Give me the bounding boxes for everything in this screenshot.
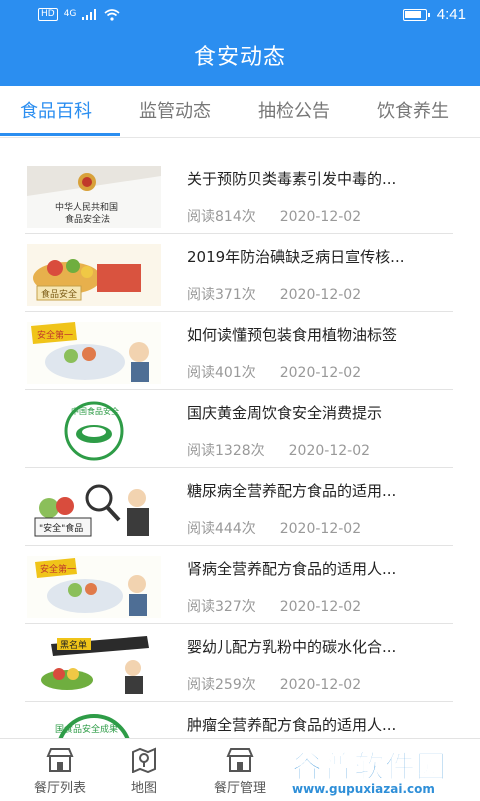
article-thumbnail: 黑名单 [27, 634, 161, 696]
article-title: 如何读懂预包装食用植物油标签 [187, 326, 398, 344]
status-right: 4:41 [402, 6, 466, 23]
svg-text:食品安全: 食品安全 [41, 288, 77, 300]
read-count: 阅读814次 [187, 209, 256, 225]
svg-text:国食品安全成果: 国食品安全成果 [55, 723, 118, 735]
article-meta: 阅读814次 2020-12-02 [187, 206, 361, 226]
list-item[interactable]: 中华人民共和国 食品安全法 关于预防贝类毒素引发中毒的... 阅读814次 202… [25, 156, 453, 234]
svg-text:安全第一: 安全第一 [40, 563, 76, 575]
status-bar: HD 4G 4:41 [0, 0, 480, 30]
publish-date: 2020-12-02 [279, 287, 362, 303]
article-meta: 阅读1328次 2020-12-02 [187, 440, 370, 460]
watermark-url: www.gupuxiazai.com [292, 782, 435, 796]
tab-food-encyclopedia[interactable]: 食品百科 [20, 86, 92, 138]
article-meta: 阅读444次 2020-12-02 [187, 518, 361, 538]
article-thumbnail: 食品安全 [27, 244, 161, 306]
article-thumbnail: 国食品安全成果 [27, 712, 161, 738]
publish-date: 2020-12-02 [279, 677, 362, 693]
article-thumbnail: 中国食品安全 [27, 400, 161, 462]
svg-text:黑名单: 黑名单 [60, 639, 87, 651]
article-title: 国庆黄金周饮食安全消费提示 [187, 404, 383, 422]
category-tabs: 食品百科 监管动态 抽检公告 饮食养生 [0, 86, 480, 138]
article-title: 2019年防治碘缺乏病日宣传核... [187, 248, 405, 266]
svg-text:中华人民共和国: 中华人民共和国 [55, 201, 118, 213]
watermark-logo: 谷普软件园 www.gupuxiazai.com [278, 740, 480, 800]
article-thumbnail: 中华人民共和国 食品安全法 [27, 166, 161, 228]
signal-icon [82, 9, 97, 20]
list-item[interactable]: 国食品安全成果 肿瘤全营养配方食品的适用人... [25, 702, 453, 738]
restaurant-icon [46, 748, 74, 772]
list-item[interactable]: 中国食品安全 国庆黄金周饮食安全消费提示 阅读1328次 2020-12-02 [25, 390, 453, 468]
read-count: 阅读401次 [187, 365, 256, 381]
article-list: 中华人民共和国 食品安全法 关于预防贝类毒素引发中毒的... 阅读814次 202… [0, 150, 480, 738]
status-time: 4:41 [436, 6, 466, 23]
read-count: 阅读259次 [187, 677, 256, 693]
list-item[interactable]: 安全第一 肾病全营养配方食品的适用人... 阅读327次 2020-12-02 [25, 546, 453, 624]
publish-date: 2020-12-02 [279, 365, 362, 381]
list-item[interactable]: 黑名单 婴幼儿配方乳粉中的碳水化合... 阅读259次 2020-12-02 [25, 624, 453, 702]
tab-supervision-news[interactable]: 监管动态 [139, 86, 211, 138]
article-thumbnail: 安全第一 [27, 556, 161, 618]
battery-icon [402, 8, 430, 21]
publish-date: 2020-12-02 [279, 599, 362, 615]
wifi-icon [104, 8, 120, 21]
svg-text:中国食品安全: 中国食品安全 [71, 406, 119, 416]
publish-date: 2020-12-02 [288, 443, 371, 459]
tab-inspection-notice[interactable]: 抽检公告 [258, 86, 330, 138]
article-title: 肿瘤全营养配方食品的适用人... [187, 716, 397, 734]
article-title: 婴幼儿配方乳粉中的碳水化合... [187, 638, 397, 656]
article-thumbnail: "安全"食品 [27, 478, 161, 540]
list-item[interactable]: 安全第一 如何读懂预包装食用植物油标签 阅读401次 2020-12-02 [25, 312, 453, 390]
publish-date: 2020-12-02 [279, 209, 362, 225]
read-count: 阅读371次 [187, 287, 256, 303]
article-meta: 阅读371次 2020-12-02 [187, 284, 361, 304]
read-count: 阅读1328次 [187, 443, 265, 459]
restaurant-manage-icon [226, 748, 254, 772]
article-title: 关于预防贝类毒素引发中毒的... [187, 170, 397, 188]
hd-badge: HD [38, 8, 58, 21]
page-title: 食安动态 [0, 30, 480, 86]
article-title: 肾病全营养配方食品的适用人... [187, 560, 397, 578]
read-count: 阅读327次 [187, 599, 256, 615]
article-meta: 阅读401次 2020-12-02 [187, 362, 361, 382]
article-meta: 阅读327次 2020-12-02 [187, 596, 361, 616]
svg-text:食品安全法: 食品安全法 [65, 213, 110, 225]
svg-text:安全第一: 安全第一 [37, 329, 73, 341]
article-thumbnail: 安全第一 [27, 322, 161, 384]
status-left: HD 4G [38, 8, 120, 21]
svg-text:"安全"食品: "安全"食品 [39, 522, 83, 534]
network-type: 4G [63, 9, 77, 19]
article-meta: 阅读259次 2020-12-02 [187, 674, 361, 694]
watermark-text: 谷普软件园 [292, 750, 447, 786]
active-tab-indicator [0, 133, 120, 136]
tab-diet-health[interactable]: 饮食养生 [377, 86, 449, 138]
list-item[interactable]: 食品安全 2019年防治碘缺乏病日宣传核... 阅读371次 2020-12-02 [25, 234, 453, 312]
article-title: 糖尿病全营养配方食品的适用... [187, 482, 397, 500]
list-item[interactable]: "安全"食品 糖尿病全营养配方食品的适用... 阅读444次 2020-12-02 [25, 468, 453, 546]
map-icon [132, 747, 156, 773]
read-count: 阅读444次 [187, 521, 256, 537]
publish-date: 2020-12-02 [279, 521, 362, 537]
